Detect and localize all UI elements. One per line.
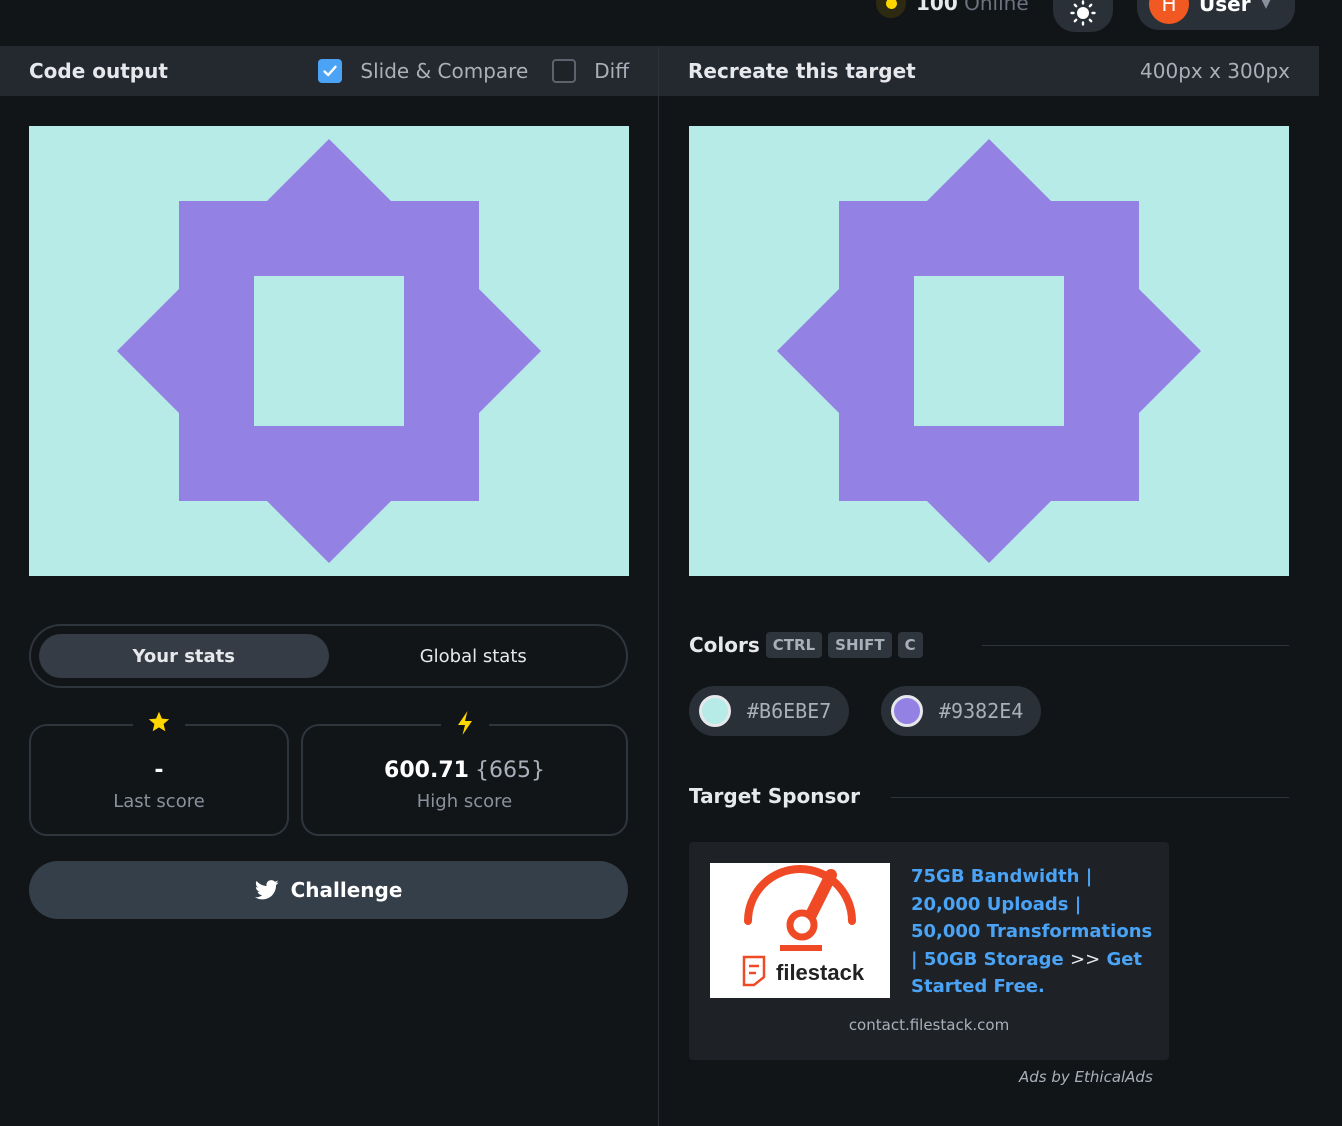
code-output-title: Code output	[29, 59, 168, 83]
sponsor-title: Target Sponsor	[689, 784, 861, 808]
high-score-value: 600.71	[384, 758, 469, 783]
challenge-button[interactable]: Challenge	[29, 861, 628, 919]
colors-title: Colors	[689, 633, 760, 657]
filestack-logo-text: filestack	[776, 960, 865, 985]
color-dot	[891, 695, 923, 727]
online-label: Online	[964, 0, 1029, 15]
target-canvas[interactable]	[689, 126, 1289, 576]
code-output-panel: Code output Slide & Compare Diff Your st…	[0, 46, 658, 1126]
target-header: Recreate this target 400px x 300px	[659, 46, 1319, 96]
slide-compare-label[interactable]: Slide & Compare	[360, 59, 528, 83]
online-dot-icon	[876, 0, 906, 18]
high-score-label: High score	[416, 791, 513, 812]
target-dimensions: 400px x 300px	[1140, 59, 1290, 83]
sponsor-divider	[891, 797, 1289, 798]
tab-global-stats[interactable]: Global stats	[329, 634, 619, 678]
diff-label[interactable]: Diff	[594, 59, 629, 83]
diff-checkbox[interactable]	[552, 59, 577, 83]
filestack-logo[interactable]: filestack	[710, 863, 890, 998]
checkmark-icon	[323, 65, 338, 77]
high-score-card: 600.71 {665} High score	[301, 710, 628, 836]
theme-toggle-button[interactable]	[1053, 0, 1113, 32]
last-score-value: -	[154, 758, 164, 783]
color-swatch-label: #9382E4	[939, 699, 1024, 723]
high-score-extra: {665}	[474, 758, 545, 783]
page-edge	[1319, 46, 1342, 1126]
online-indicator: 100 Online	[876, 0, 1029, 18]
code-output-canvas[interactable]	[29, 126, 629, 576]
key-c: C	[897, 632, 923, 658]
output-star-shape	[29, 126, 629, 576]
color-swatch-1[interactable]: #B6EBE7	[689, 686, 850, 736]
target-panel: Recreate this target 400px x 300px Color…	[659, 46, 1319, 1126]
twitter-icon	[254, 880, 279, 900]
stats-tabs: Your stats Global stats	[29, 624, 628, 688]
user-menu-button[interactable]: H User ▼	[1137, 0, 1295, 30]
target-title: Recreate this target	[688, 59, 916, 83]
color-swatch-label: #B6EBE7	[747, 699, 832, 723]
key-ctrl: CTRL	[765, 632, 823, 658]
ad-separator: >>	[1069, 948, 1101, 970]
chevron-down-icon: ▼	[1260, 0, 1272, 11]
slide-compare-checkbox[interactable]	[318, 59, 343, 83]
lightning-icon	[440, 710, 489, 736]
target-star-shape	[689, 126, 1289, 576]
code-output-header: Code output Slide & Compare Diff	[0, 46, 658, 96]
last-score-card: - Last score	[29, 710, 289, 836]
tab-your-stats[interactable]: Your stats	[39, 634, 329, 678]
colors-heading: Colors CTRL SHIFT C	[689, 632, 923, 658]
ad-domain[interactable]: contact.filestack.com	[689, 1016, 1169, 1034]
online-count: 100	[916, 0, 958, 15]
last-score-label: Last score	[113, 791, 205, 812]
sponsor-heading: Target Sponsor	[689, 784, 860, 808]
challenge-label: Challenge	[290, 878, 403, 902]
color-dot	[699, 695, 731, 727]
colors-divider	[982, 645, 1289, 646]
key-shift: SHIFT	[828, 632, 892, 658]
sponsor-ad[interactable]: filestack 75GB Bandwidth | 20,000 Upload…	[689, 842, 1169, 1060]
color-swatch-2[interactable]: #9382E4	[881, 686, 1042, 736]
user-name: User	[1199, 0, 1251, 16]
avatar: H	[1149, 0, 1189, 24]
top-bar: 100 Online H User ▼	[0, 0, 1342, 46]
ads-by-link[interactable]: Ads by EthicalAds	[1019, 1068, 1153, 1086]
sun-icon	[1070, 0, 1096, 26]
star-icon	[133, 710, 185, 734]
